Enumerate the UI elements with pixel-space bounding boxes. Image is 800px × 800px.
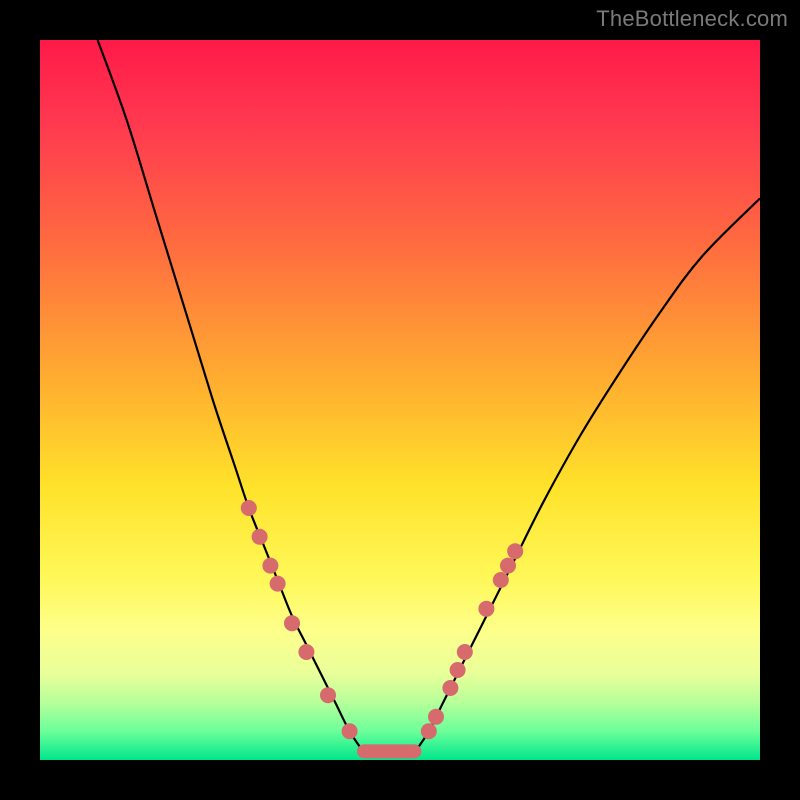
data-point-left-7 <box>342 723 358 739</box>
data-point-right-4 <box>457 644 473 660</box>
data-point-left-1 <box>252 529 268 545</box>
data-point-left-3 <box>270 576 286 592</box>
curve-bottleneck-curve-left <box>98 40 364 753</box>
data-point-right-2 <box>442 680 458 696</box>
chart-overlay <box>40 40 760 760</box>
data-point-right-0 <box>421 723 437 739</box>
data-point-left-2 <box>262 558 278 574</box>
chart-frame: TheBottleneck.com <box>0 0 800 800</box>
data-point-left-6 <box>320 687 336 703</box>
data-point-right-1 <box>428 709 444 725</box>
data-point-right-7 <box>500 558 516 574</box>
curve-bottleneck-curve-right <box>414 198 760 752</box>
data-point-right-8 <box>507 543 523 559</box>
data-point-left-4 <box>284 615 300 631</box>
data-point-right-5 <box>478 601 494 617</box>
data-point-right-3 <box>450 662 466 678</box>
data-point-right-6 <box>493 572 509 588</box>
data-point-left-5 <box>298 644 314 660</box>
watermark-text: TheBottleneck.com <box>596 6 788 32</box>
dot-group <box>241 500 523 739</box>
curve-group <box>98 40 760 753</box>
data-point-left-0 <box>241 500 257 516</box>
